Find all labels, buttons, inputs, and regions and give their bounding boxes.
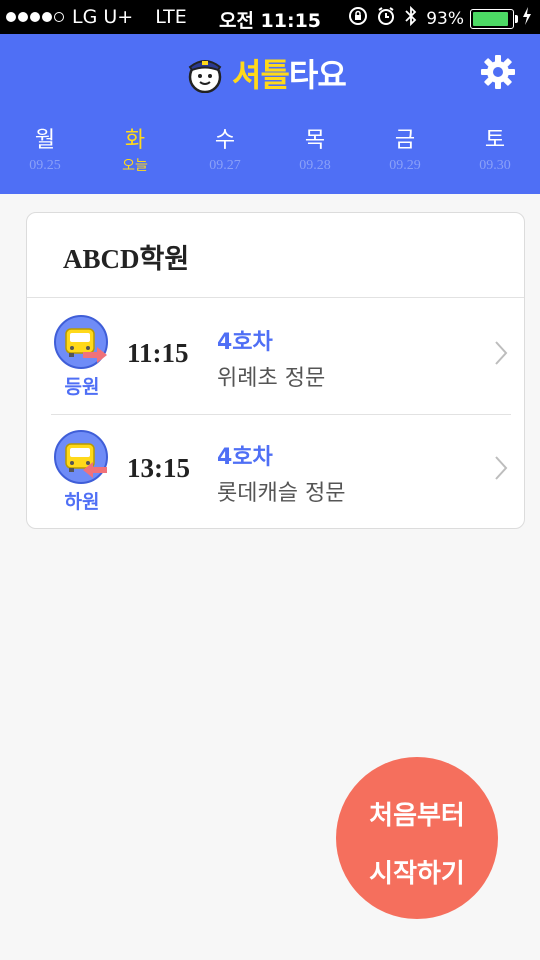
- day-date: 09.27: [209, 158, 241, 173]
- day-tab-tue[interactable]: 화 오늘: [90, 126, 180, 186]
- status-right: 93%: [340, 5, 532, 32]
- trip-route: 4호차: [217, 330, 273, 355]
- day-name: 토: [484, 128, 506, 153]
- trip-stop: 롯데캐슬 정문: [217, 481, 346, 506]
- trip-time: 11:15: [127, 338, 189, 368]
- battery-percent: 93%: [426, 8, 464, 29]
- app-title-part1: 셔틀: [232, 56, 290, 94]
- start-over-button[interactable]: 처음부터 시작하기: [336, 757, 498, 919]
- trip-route: 4호차: [217, 445, 273, 470]
- day-tab-wed[interactable]: 수 09.27: [180, 126, 270, 186]
- day-date: 09.28: [299, 158, 331, 173]
- driver-face-icon: [186, 53, 224, 94]
- lock-rotation-icon: [348, 6, 368, 31]
- day-tab-sat[interactable]: 토 09.30: [450, 126, 540, 186]
- start-over-line1: 처음부터: [369, 801, 465, 831]
- app-logo: 셔틀타요: [186, 50, 347, 96]
- battery-fill: [473, 11, 509, 26]
- day-date: 09.30: [479, 158, 511, 173]
- day-tabs: 월 09.25 화 오늘 수 09.27 목 09.28 금 09.29 토 0…: [0, 126, 540, 186]
- charging-icon: [522, 7, 532, 30]
- app-title: 셔틀타요: [232, 50, 347, 96]
- gear-icon[interactable]: [480, 54, 516, 90]
- chevron-right-icon: [494, 340, 508, 366]
- day-name: 수: [214, 128, 236, 153]
- trip-stop: 위례초 정문: [217, 366, 326, 391]
- day-date: 09.25: [29, 158, 61, 173]
- bluetooth-icon: [404, 5, 418, 32]
- trip-type: 등원: [64, 376, 100, 398]
- day-name: 월: [34, 128, 56, 153]
- battery-icon: [470, 8, 518, 29]
- day-tab-fri[interactable]: 금 09.29: [360, 126, 450, 186]
- alarm-icon: [376, 6, 396, 31]
- academy-card: ABCD학원 등원 11:15 4호차 위례초 정문 하원 13:15 4호차 …: [26, 212, 525, 529]
- day-name: 금: [394, 128, 416, 153]
- trip-time: 13:15: [127, 453, 190, 483]
- app-header: 셔틀타요 월 09.25 화 오늘 수 09.27 목 09.28 금 09.2…: [0, 34, 540, 194]
- trip-type: 하원: [64, 491, 100, 513]
- academy-name: ABCD학원: [63, 244, 190, 274]
- status-bar: LG U+ LTE 오전 11:15 93%: [0, 0, 540, 34]
- bus-depart-icon: [53, 429, 109, 485]
- day-name: 목: [304, 128, 326, 153]
- trip-row-pickup[interactable]: 등원 11:15 4호차 위례초 정문: [27, 298, 524, 412]
- day-tab-thu[interactable]: 목 09.28: [270, 126, 360, 186]
- day-name: 화: [124, 128, 146, 153]
- app-title-part2: 타요: [288, 56, 347, 94]
- day-tab-mon[interactable]: 월 09.25: [0, 126, 90, 186]
- trip-row-dropoff[interactable]: 하원 13:15 4호차 롯데캐슬 정문: [27, 413, 524, 527]
- bus-arrive-icon: [53, 314, 109, 370]
- start-over-line2: 시작하기: [369, 859, 465, 889]
- day-date: 오늘: [122, 158, 148, 174]
- day-date: 09.29: [389, 158, 421, 173]
- chevron-right-icon: [494, 455, 508, 481]
